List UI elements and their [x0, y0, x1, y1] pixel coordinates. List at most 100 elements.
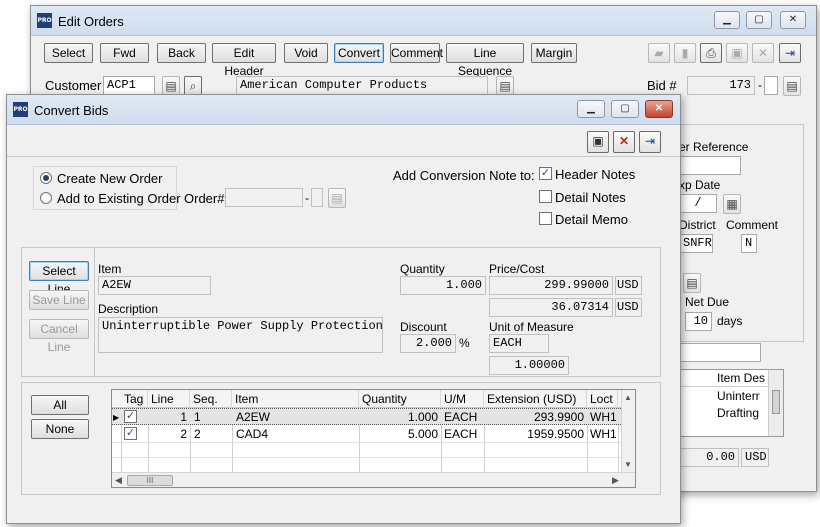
notes-icon[interactable]: ▰ — [648, 43, 670, 63]
conversion-factor-field: 1.00000 — [489, 356, 569, 375]
maximize-button[interactable]: ▢ — [746, 11, 772, 29]
header-notes-checkbox[interactable]: ✓ — [539, 167, 552, 180]
add-existing-order-label[interactable]: Add to Existing Order — [57, 191, 181, 206]
convert-button[interactable]: Convert — [334, 43, 384, 63]
edit-header-button[interactable]: Edit Header — [212, 43, 276, 78]
header-notes-label[interactable]: Header Notes — [555, 167, 635, 182]
calendar-icon[interactable]: ▦ — [723, 194, 741, 214]
select-button[interactable]: Select — [44, 43, 93, 63]
save-icon[interactable]: ▣ — [587, 131, 609, 153]
table-row[interactable]: ✓ 2 2 CAD4 5.000 EACH 1959.9500 WH1 — [112, 426, 635, 443]
scroll-down-icon[interactable]: ▼ — [624, 460, 632, 469]
col-quantity[interactable]: Quantity — [359, 390, 441, 408]
close-button[interactable]: ✕ — [645, 100, 673, 118]
add-existing-order-radio[interactable] — [40, 192, 52, 204]
minimize-button[interactable]: ▁ — [714, 11, 740, 29]
save-line-button[interactable]: Save Line — [29, 290, 89, 310]
col-tag[interactable]: Tag — [121, 390, 148, 408]
item-label: Item — [98, 262, 122, 276]
print-icon[interactable]: ⎙ — [700, 43, 722, 63]
save-disabled-icon[interactable]: ▣ — [726, 43, 748, 63]
district-field[interactable]: SNFR — [679, 234, 713, 253]
margin-button[interactable]: Margin — [531, 43, 577, 63]
exit-door-icon[interactable]: ⇥ — [639, 131, 661, 153]
pro-logo-icon: PRO — [37, 13, 52, 28]
scroll-left-icon[interactable]: ◀ — [115, 475, 122, 486]
customer-name-icon[interactable]: ▤ — [496, 76, 514, 96]
col-um[interactable]: U/M — [441, 390, 484, 408]
right-grid: Item Des Uninterr Drafting — [679, 369, 784, 437]
close-button[interactable]: ✕ — [780, 11, 806, 29]
customer-lookup-icon[interactable]: ▤ — [162, 76, 180, 96]
customer-code-field[interactable]: ACP1 — [103, 76, 155, 95]
price-currency-field: USD — [615, 276, 642, 295]
order-suffix-field — [311, 188, 323, 207]
reference-field[interactable] — [679, 156, 741, 175]
detail-notes-checkbox[interactable] — [539, 190, 552, 203]
customer-search-icon[interactable]: ⌕ — [184, 76, 202, 96]
net-due-field[interactable]: 10 — [685, 312, 712, 331]
detail-memo-label[interactable]: Detail Memo — [555, 212, 628, 227]
col-extension[interactable]: Extension (USD) — [484, 390, 587, 408]
memo-icon[interactable]: ▮ — [674, 43, 696, 63]
row-um: EACH — [444, 410, 478, 424]
fwd-button[interactable]: Fwd — [100, 43, 149, 63]
order-lookup-icon[interactable]: ▤ — [328, 188, 346, 208]
create-new-order-radio[interactable] — [40, 172, 52, 184]
days-label: days — [717, 314, 743, 328]
description-field: Uninterruptible Power Supply Protection — [98, 317, 383, 353]
header-extra-field[interactable] — [679, 343, 761, 362]
void-button[interactable]: Void — [284, 43, 328, 63]
delete-disabled-icon[interactable]: ✕ — [752, 43, 774, 63]
conversion-note-label: Add Conversion Note to: — [393, 168, 535, 183]
right-grid-row-2: Drafting — [717, 406, 760, 420]
all-button[interactable]: All — [31, 395, 89, 415]
detail-grid: Tag Line Seq. Item Quantity U/M Extensio… — [111, 389, 636, 488]
right-grid-scrollbar[interactable] — [768, 370, 783, 436]
convert-bids-window: PRO Convert Bids ▁ ▢ ✕ ▣ ✕ ⇥ Create New … — [6, 94, 681, 524]
comment-field[interactable]: N — [741, 234, 757, 253]
terms-lookup-icon[interactable]: ▤ — [683, 273, 701, 293]
none-button[interactable]: None — [31, 419, 89, 439]
col-item[interactable]: Item — [232, 390, 359, 408]
select-line-button[interactable]: Select Line — [29, 261, 89, 296]
exp-date-field[interactable]: / — [679, 194, 717, 213]
unit-of-measure-field: EACH — [489, 334, 549, 353]
bid-suffix-field[interactable] — [764, 76, 778, 95]
row-um: EACH — [444, 427, 478, 441]
edit-orders-titlebar: PRO Edit Orders ▁ ▢ ✕ — [31, 6, 816, 36]
maximize-button[interactable]: ▢ — [611, 100, 639, 118]
price-cost-label: Price/Cost — [489, 262, 545, 276]
district-label: District — [679, 218, 716, 232]
row-loct: WH1 — [590, 427, 617, 441]
col-line[interactable]: Line — [148, 390, 190, 408]
scroll-thumb[interactable]: III — [127, 475, 173, 486]
scroll-up-icon[interactable]: ▲ — [624, 393, 632, 402]
description-label: Description — [98, 302, 159, 316]
row-quantity: 5.000 — [407, 427, 438, 441]
comment-button[interactable]: Comment — [390, 43, 443, 63]
row-loct: WH1 — [590, 410, 617, 424]
back-button[interactable]: Back — [157, 43, 206, 63]
convert-toolbar — [7, 125, 680, 157]
detail-notes-label[interactable]: Detail Notes — [555, 190, 626, 205]
grid-horizontal-scrollbar[interactable]: ◀ III ▶ — [112, 472, 635, 487]
bid-lookup-icon[interactable]: ▤ — [783, 76, 801, 96]
discount-label: Discount — [400, 320, 447, 334]
scroll-right-icon[interactable]: ▶ — [612, 475, 619, 486]
delete-icon[interactable]: ✕ — [613, 131, 635, 153]
cancel-line-button[interactable]: Cancel Line — [29, 319, 89, 354]
bid-separator: - — [758, 78, 762, 92]
line-sequence-button[interactable]: Line Sequence — [446, 43, 524, 78]
col-seq[interactable]: Seq. — [190, 390, 232, 408]
row-tag-checkbox[interactable]: ✓ — [124, 427, 137, 440]
grid-vertical-scrollbar[interactable]: ▲ ▼ — [621, 390, 635, 472]
right-grid-scroll-thumb[interactable] — [772, 390, 780, 414]
table-row[interactable]: ▶ ✓ 1 1 A2EW 1.000 EACH 293.9900 WH1 — [112, 408, 635, 425]
exit-door-icon[interactable]: ⇥ — [779, 43, 801, 63]
col-loct[interactable]: Loct — [587, 390, 618, 408]
row-tag-checkbox[interactable]: ✓ — [124, 410, 137, 423]
create-new-order-label[interactable]: Create New Order — [57, 171, 162, 186]
detail-memo-checkbox[interactable] — [539, 212, 552, 225]
minimize-button[interactable]: ▁ — [577, 100, 605, 118]
